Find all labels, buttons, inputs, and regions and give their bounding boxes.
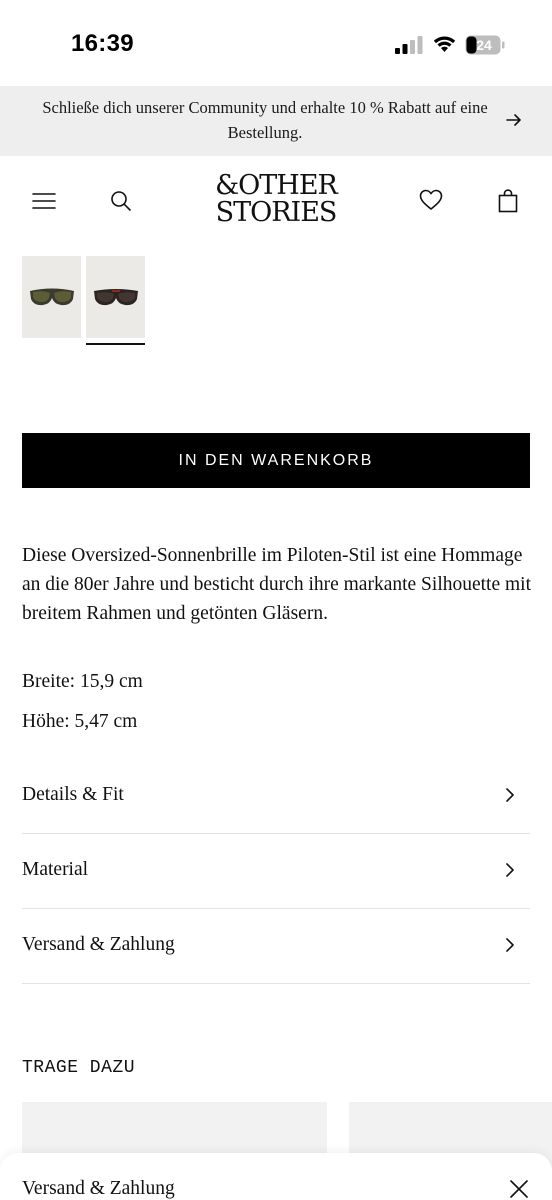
accordion-shipping-payment[interactable]: Versand & Zahlung [22, 909, 530, 984]
accordion-details-fit[interactable]: Details & Fit [22, 759, 530, 834]
sunglasses-image [93, 289, 138, 306]
product-height: Höhe: 5,47 cm [22, 711, 138, 732]
active-thumbnail-indicator [86, 343, 145, 345]
promo-banner[interactable]: Schließe dich unserer Community und erha… [0, 86, 552, 156]
brand-logo[interactable]: &OTHER STORIES [196, 172, 356, 226]
accordion-label: Versand & Zahlung [22, 934, 175, 955]
heart-icon[interactable] [419, 189, 443, 211]
bottom-sheet: Versand & Zahlung [0, 1153, 552, 1200]
sunglasses-image [29, 288, 74, 306]
accordion-label: Material [22, 859, 89, 880]
wear-with-title: TRAGE DAZU [22, 1058, 136, 1078]
battery-level: 24 [476, 37, 492, 53]
add-to-cart-button[interactable]: IN DEN WARENKORB [22, 433, 530, 488]
product-description: Diese Oversized-Sonnenbrille im Piloten-… [22, 545, 532, 624]
product-width: Breite: 15,9 cm [22, 671, 143, 692]
logo-line-2: STORIES [215, 197, 338, 228]
product-thumbnail-1[interactable] [22, 256, 81, 338]
battery-icon: 24 [465, 35, 505, 55]
shopping-bag-icon[interactable] [498, 189, 518, 213]
close-icon[interactable] [508, 1178, 530, 1200]
bottom-sheet-title: Versand & Zahlung [22, 1178, 175, 1199]
product-thumbnail-2[interactable] [86, 256, 145, 338]
arrow-right-icon[interactable] [505, 111, 523, 129]
promo-text: Schließe dich unserer Community und erha… [42, 98, 488, 142]
cellular-signal-icon [395, 36, 423, 54]
status-bar: 16:39 24 [0, 0, 552, 86]
chevron-right-icon [506, 788, 514, 802]
chevron-right-icon [506, 863, 514, 877]
search-icon[interactable] [110, 190, 132, 212]
wifi-icon [433, 36, 456, 52]
hamburger-menu-icon[interactable] [32, 192, 56, 210]
accordion-material[interactable]: Material [22, 834, 530, 909]
chevron-right-icon [506, 938, 514, 952]
logo-line-1: &OTHER [215, 170, 338, 201]
site-header: &OTHER STORIES [0, 156, 552, 246]
accordion-label: Details & Fit [22, 784, 124, 805]
status-time: 16:39 [71, 30, 134, 57]
